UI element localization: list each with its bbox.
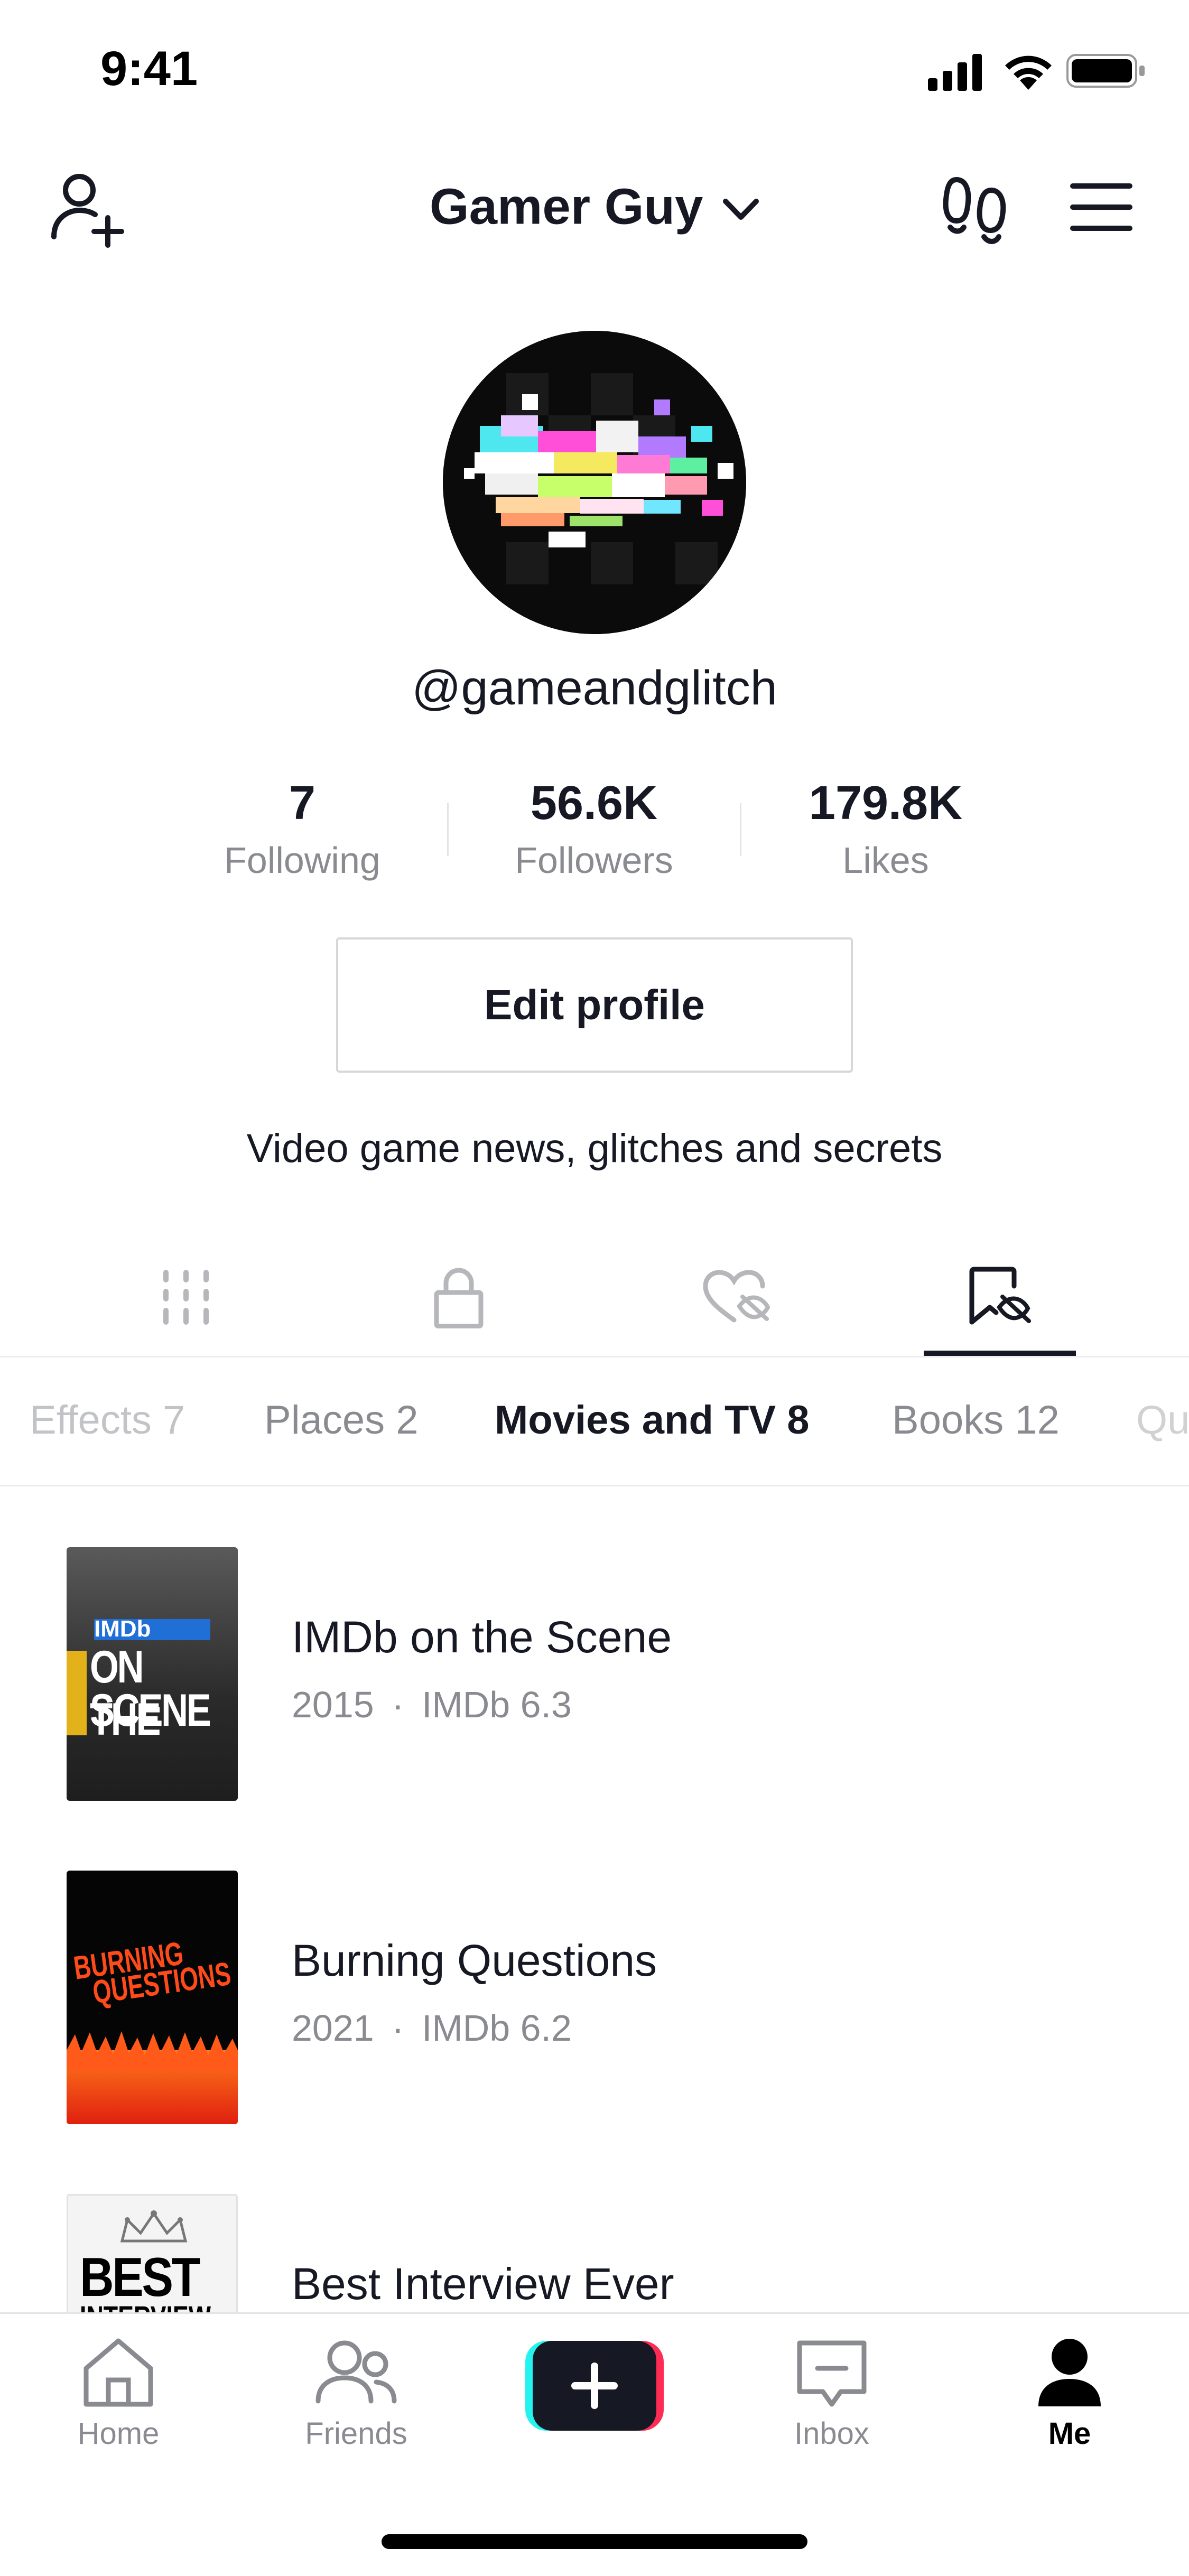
item-meta: 2021 · IMDb 6.2 [292, 2007, 572, 2049]
status-time: 9:41 [100, 42, 198, 96]
poster-burning-questions[interactable]: BURNING QUESTIONS [67, 1871, 238, 2124]
stat-value: 56.6K [530, 777, 658, 830]
create-button[interactable] [525, 2341, 664, 2431]
nav-inbox[interactable]: Inbox [753, 2336, 911, 2451]
plus-icon [571, 2362, 618, 2410]
stat-label: Followers [515, 840, 673, 881]
stat-divider [447, 803, 449, 856]
account-switcher[interactable]: Gamer Guy [0, 174, 1189, 236]
footprints-icon[interactable] [941, 174, 1009, 248]
lock-icon [432, 1265, 485, 1328]
username: @gameandglitch [412, 661, 777, 715]
meta-separator: · [392, 1684, 404, 1725]
signal-icon [928, 53, 986, 91]
tab-videos[interactable] [133, 1258, 239, 1332]
stat-value: 7 [289, 777, 316, 830]
poster-text: IMDb [94, 1616, 151, 1642]
item-rating: IMDb 6.2 [421, 2007, 572, 2049]
person-icon [1030, 2336, 1109, 2410]
category-movies-tv[interactable]: Movies and TV 8 [495, 1397, 810, 1443]
item-title[interactable]: Best Interview Ever [292, 2258, 674, 2310]
stat-likes[interactable]: 179.8K Likes [759, 777, 1012, 881]
stat-following[interactable]: 7 Following [175, 777, 429, 881]
tab-private[interactable] [406, 1258, 512, 1332]
heart-hidden-icon [701, 1268, 770, 1326]
bio: Video game news, glitches and secrets [246, 1126, 943, 1171]
stat-label: Following [224, 840, 380, 881]
nav-label: Me [1048, 2416, 1091, 2451]
poster-text: SCENE [90, 1685, 211, 1736]
avatar[interactable] [443, 331, 746, 634]
edit-profile-button[interactable]: Edit profile [336, 937, 853, 1073]
inbox-icon [792, 2336, 871, 2410]
item-meta: 2015 · IMDb 6.3 [292, 1684, 572, 1726]
wifi-icon [1002, 51, 1055, 91]
home-icon [79, 2336, 158, 2410]
chevron-down-icon [722, 178, 759, 236]
item-year: 2015 [292, 1684, 374, 1725]
item-rating: IMDb 6.3 [421, 1684, 572, 1725]
nav-label: Home [77, 2416, 160, 2451]
category-more[interactable]: Qu [1136, 1397, 1189, 1443]
stat-divider [740, 803, 741, 856]
bookmark-hidden-icon [965, 1265, 1034, 1328]
item-title[interactable]: Burning Questions [292, 1935, 657, 1986]
tab-active-indicator [924, 1351, 1076, 1356]
stat-value: 179.8K [809, 777, 963, 830]
battery-icon [1066, 54, 1146, 88]
nav-friends[interactable]: Friends [277, 2336, 435, 2451]
home-indicator [382, 2534, 807, 2549]
tab-liked[interactable] [683, 1258, 788, 1332]
category-effects[interactable]: Effects 7 [30, 1397, 185, 1443]
nav-me[interactable]: Me [990, 2336, 1149, 2451]
stat-label: Likes [842, 840, 929, 881]
menu-icon[interactable] [1070, 181, 1133, 234]
grid-icon [160, 1268, 212, 1326]
category-books[interactable]: Books 12 [892, 1397, 1060, 1443]
item-title[interactable]: IMDb on the Scene [292, 1612, 672, 1663]
meta-separator: · [392, 2007, 404, 2049]
poster-imdb-on-the-scene[interactable]: IMDb ON THE SCENE [67, 1547, 238, 1801]
friends-icon [314, 2336, 398, 2410]
divider [0, 1485, 1189, 1486]
tab-favorites[interactable] [947, 1258, 1053, 1332]
nav-home[interactable]: Home [39, 2336, 198, 2451]
divider [0, 1356, 1189, 1357]
nav-label: Friends [305, 2416, 407, 2451]
category-places[interactable]: Places 2 [264, 1397, 419, 1443]
nav-label: Inbox [794, 2416, 869, 2451]
item-year: 2021 [292, 2007, 374, 2049]
stat-followers[interactable]: 56.6K Followers [467, 777, 721, 881]
page-title: Gamer Guy [429, 178, 703, 235]
